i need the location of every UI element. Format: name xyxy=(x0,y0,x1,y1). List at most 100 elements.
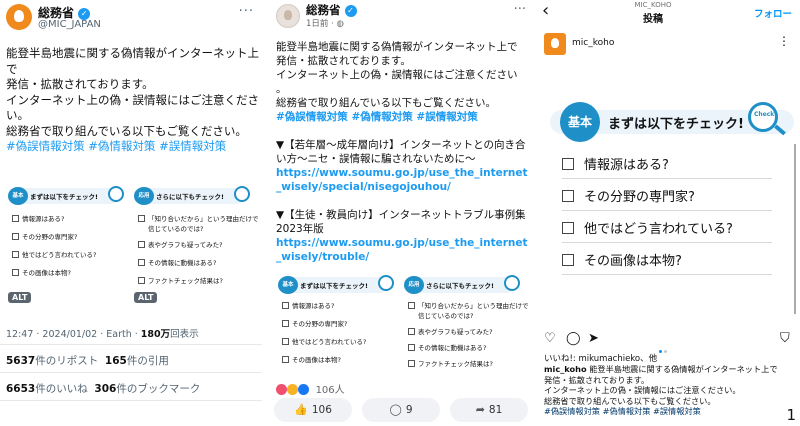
figure-number: 1 xyxy=(786,406,796,424)
item2-link[interactable]: https://www.soumu.go.jp/use_the_internet… xyxy=(276,236,528,264)
checklist-item: その分野の専門家? xyxy=(282,318,347,328)
share-button[interactable]: ➦ 81 xyxy=(450,398,528,422)
checkbox-icon xyxy=(282,356,289,363)
item2-title: ▼【生徒・教員向け】インターネットトラブル事例集2023年版 xyxy=(276,209,526,235)
item-text: その画像は本物? xyxy=(292,356,341,364)
checkbox-icon xyxy=(12,269,19,276)
reaction-count: 106人 xyxy=(315,385,345,396)
hashtag-links[interactable]: #偽誤情報対策 #偽情報対策 #誤情報対策 xyxy=(6,139,260,155)
timestamp: 12:47 · 2024/01/02 · Earth · xyxy=(6,329,141,340)
like-button[interactable]: 👍 106 xyxy=(274,398,352,422)
post-line: インターネット上の偽・誤情報にはご注意くださ xyxy=(6,92,259,107)
more-options-icon[interactable]: ··· xyxy=(514,2,526,17)
item-text: 「知り合いだから」という理由だけで xyxy=(148,215,259,223)
repost-label: 件のリポスト xyxy=(35,355,99,367)
checkbox-icon xyxy=(408,302,415,309)
checklist-item: 表やグラフも疑ってみた? xyxy=(138,239,223,249)
item-text: 他ではどう言われている? xyxy=(292,338,367,346)
badge-basic: 基本 xyxy=(560,102,600,142)
checklist-item: 情報源はある? xyxy=(12,213,64,223)
more-options-icon[interactable]: ··· xyxy=(239,4,254,19)
view-count: 180万 xyxy=(140,329,171,340)
checkbox-icon xyxy=(562,254,574,266)
magnifier-icon xyxy=(378,275,394,291)
item-text: その情報に動機はある? xyxy=(148,259,217,267)
comment-button[interactable]: ◯ 9 xyxy=(362,398,440,422)
checklist-item: 情報源はある? xyxy=(282,300,334,310)
checkbox-icon xyxy=(562,158,574,170)
quote-label: 件の引用 xyxy=(126,355,169,367)
checklist-title: まずは以下をチェック! xyxy=(30,193,98,201)
item1-title: ▼【若年層〜成年層向け】インターネットとの向き合い方〜ニセ・誤情報に騙されないた… xyxy=(276,139,526,165)
checklist-title: さらに以下もチェック! xyxy=(156,193,224,201)
repost-count: 5637 xyxy=(6,355,36,367)
checkbox-icon xyxy=(282,338,289,345)
attached-image[interactable]: 基本 まずは以下をチェック! 情報源はある? その分野の専門家? 他ではどう言わ… xyxy=(276,272,529,382)
like-count: 6653 xyxy=(6,383,36,395)
badge-basic: 基本 xyxy=(278,276,298,294)
checkbox-icon xyxy=(408,328,415,335)
image-basic-checklist[interactable]: 基本 まずは以下をチェック! 情報源はある? その分野の専門家? 他ではどう言わ… xyxy=(6,183,130,303)
checklist-item: 「知り合いだから」という理由だけで xyxy=(138,213,259,223)
repost-quote-stats[interactable]: 5637件のリポスト 165件の引用 xyxy=(6,353,169,368)
post-line: 総務省で取り組んでいる以下もご覧ください。 xyxy=(6,123,247,138)
checklist-header: 応用 さらに以下もチェック! xyxy=(404,275,520,294)
bookmark-icon[interactable]: ⛉ xyxy=(780,332,790,346)
heart-icon[interactable]: ♡ xyxy=(544,332,556,346)
follow-button[interactable]: フォロー xyxy=(754,6,792,20)
divider xyxy=(0,344,262,345)
comment-count: 9 xyxy=(405,404,413,416)
item-text: その分野の専門家? xyxy=(584,190,695,205)
checkbox-icon xyxy=(12,233,19,240)
item-text: 情報源はある? xyxy=(584,158,669,173)
item-text: その情報に動機はある? xyxy=(418,344,487,352)
x-post-panel: 総務省 ✓ @MIC_JAPAN ··· 能登半島地震に関する偽情報がインターネ… xyxy=(0,0,262,426)
item-text: その画像は本物? xyxy=(22,269,71,277)
account-handle[interactable]: @MIC_JAPAN xyxy=(38,19,101,30)
reaction-summary[interactable]: 106人 xyxy=(276,381,345,396)
attached-images: 基本 まずは以下をチェック! 情報源はある? その分野の専門家? 他ではどう言わ… xyxy=(6,183,259,303)
caption-username[interactable]: mic_koho xyxy=(544,364,587,374)
checkbox-icon xyxy=(562,190,574,202)
post-line: 能登半島地震に関する偽情報がインターネット上で xyxy=(276,41,518,53)
alt-badge[interactable]: ALT xyxy=(8,292,32,303)
page-name[interactable]: 総務省 ✓ xyxy=(306,2,357,18)
post-image[interactable]: 基本 まずは以下をチェック! Check 情報源はある? その分野の専門家? 他… xyxy=(538,80,800,326)
account-avatar[interactable] xyxy=(6,4,32,30)
share-icon: ➦ xyxy=(475,403,485,416)
likes-line[interactable]: いいね!: mikumachieko、他 xyxy=(544,352,657,364)
checklist-item: 「知り合いだから」という理由だけで xyxy=(408,300,529,310)
account-avatar[interactable] xyxy=(544,33,566,55)
checklist-item-cont: 信じているのでは? xyxy=(148,225,204,233)
post-time[interactable]: 1日前 · ◍ xyxy=(306,17,344,29)
action-bar: 👍 106 ◯ 9 ➦ 81 xyxy=(274,398,528,422)
carousel-dot xyxy=(664,350,667,353)
magnifier-label: Check xyxy=(754,111,775,118)
hashtag-links[interactable]: #偽誤情報対策 #偽情報対策 #誤情報対策 xyxy=(544,406,784,417)
badge-basic: 基本 xyxy=(8,187,28,205)
globe-icon: ◍ xyxy=(336,19,344,29)
like-bookmark-stats[interactable]: 6653件のいいね 306件のブックマーク xyxy=(6,381,200,396)
post-line: 能登半島地震に関する偽情報がインターネット上で xyxy=(6,46,259,76)
post-meta: 12:47 · 2024/01/02 · Earth · 180万回表示 xyxy=(6,326,199,340)
carousel-dots xyxy=(658,338,668,357)
hashtag-links[interactable]: #偽誤情報対策 #偽情報対策 #誤情報対策 xyxy=(276,110,528,124)
scroll-indicator xyxy=(794,144,796,314)
checklist-item: その情報に動機はある? xyxy=(138,257,216,267)
item-text: 他ではどう言われている? xyxy=(584,222,733,237)
item-text: 情報源はある? xyxy=(22,215,65,223)
share-icon[interactable]: ➤ xyxy=(588,332,599,346)
checkbox-icon xyxy=(138,259,145,266)
alt-badge[interactable]: ALT xyxy=(134,292,158,303)
caption-line: 発信・拡散されております。 xyxy=(544,374,650,385)
post-actions: ♡ ◯ ➤ ⛉ xyxy=(544,332,794,346)
account-username[interactable]: mic_koho xyxy=(572,38,614,48)
comment-icon[interactable]: ◯ xyxy=(566,332,581,346)
image-applied-checklist[interactable]: 応用 さらに以下もチェック! 「知り合いだから」という理由だけで 信じているので… xyxy=(132,183,259,303)
checklist-title: まずは以下をチェック! xyxy=(300,282,368,290)
checklist-item: 他ではどう言われている? xyxy=(562,218,733,237)
checklist-item: 他ではどう言われている? xyxy=(282,336,366,346)
item1-link[interactable]: https://www.soumu.go.jp/use_the_internet… xyxy=(276,166,528,194)
page-avatar[interactable] xyxy=(276,4,300,28)
more-options-icon[interactable]: ⋮ xyxy=(778,34,790,48)
